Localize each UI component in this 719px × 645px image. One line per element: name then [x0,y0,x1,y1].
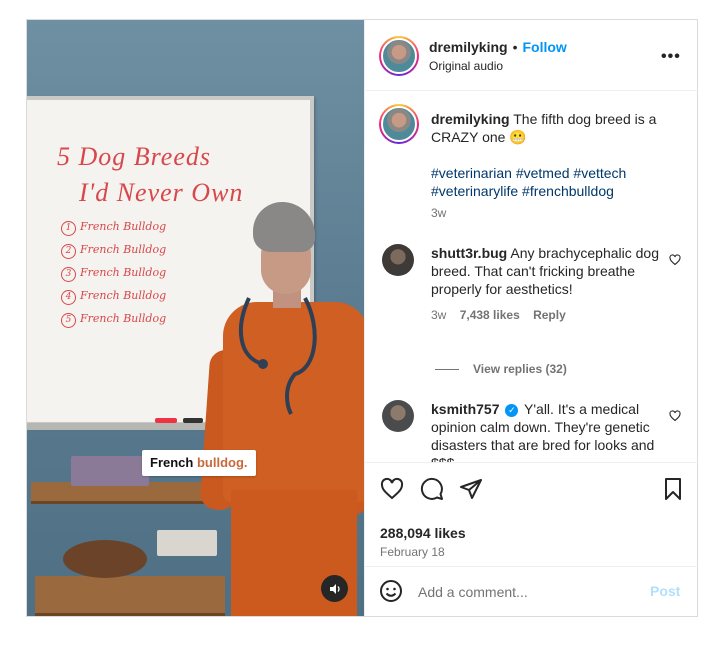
post-date[interactable]: February 18 [380,545,445,559]
product-box [157,530,217,556]
caption-username[interactable]: dremilyking [431,111,510,127]
comment-username[interactable]: ksmith757 [431,401,499,417]
header-username[interactable]: dremilyking [429,39,508,55]
emoji-icon[interactable] [379,579,403,603]
avatar[interactable] [382,400,414,432]
whiteboard-item: 3 French Bulldog [61,266,166,282]
header-user-row: dremilyking • Follow [429,39,567,55]
add-comment-bar: Post [365,566,699,616]
comment-likes[interactable]: 7,438 likes [460,308,520,322]
comment-body: shutt3r.bug Any brachycephalic dog breed… [431,244,671,324]
post-sidebar: dremilyking • Follow Original audio ••• dr… [364,20,699,616]
whiteboard-item: 2 French Bulldog [61,243,166,259]
separator-dot: • [512,39,518,55]
follow-button[interactable]: Follow [523,39,567,55]
stethoscope [238,297,317,415]
post-actions: 288,094 likes February 18 [365,462,699,566]
comment-username[interactable]: shutt3r.bug [431,245,507,261]
dog-bowl [63,540,147,578]
avatar[interactable] [382,244,414,276]
comments-list: dremilyking The fifth dog breed is a CRA… [365,92,699,462]
speaker-icon[interactable] [321,575,348,602]
whiteboard-item: 1 French Bulldog [61,220,166,236]
marker [155,418,177,423]
avatar[interactable] [379,36,419,76]
post-comment-button[interactable]: Post [650,583,680,599]
instagram-post: 5 Dog Breeds I'd Never Own 1 French Bulld… [26,19,699,617]
post-header: dremilyking • Follow Original audio ••• [365,20,699,91]
like-comment-icon[interactable] [669,254,681,266]
like-comment-icon[interactable] [669,410,681,422]
whiteboard-title-line2: I'd Never Own [79,178,244,207]
caption-hashtags[interactable]: #veterinarian #vetmed #vettech #veterina… [431,164,671,200]
whiteboard-item: 5 French Bulldog [61,312,166,328]
marker [183,418,203,423]
save-icon[interactable] [661,477,685,501]
shelf [35,576,225,616]
avatar[interactable] [379,104,419,144]
view-replies-button[interactable]: View replies (32) [435,362,567,376]
like-icon[interactable] [380,477,404,501]
product-box [71,456,149,486]
comment-icon[interactable] [420,477,444,501]
comment-meta: 3w 7,438 likes Reply [431,306,671,324]
reply-button[interactable]: Reply [533,308,566,322]
share-icon[interactable] [459,477,483,501]
likes-count[interactable]: 288,094 likes [380,525,466,541]
caption-time: 3w [431,206,447,220]
caption-body: dremilyking The fifth dog breed is a CRA… [431,110,671,222]
whiteboard-item: 4 French Bulldog [61,289,166,305]
comment-time: 3w [431,308,447,322]
post-video[interactable]: 5 Dog Breeds I'd Never Own 1 French Bulld… [27,20,364,616]
audio-label[interactable]: Original audio [429,59,503,73]
whiteboard-title-line1: 5 Dog Breeds [57,142,212,171]
verified-badge-icon: ✓ [505,404,519,417]
video-caption: French bulldog. [142,450,256,476]
comment-body: ksmith757 ✓ Y'all. It's a medical opinio… [431,400,671,462]
more-options-icon[interactable]: ••• [661,48,681,66]
comment-input[interactable] [418,580,638,604]
